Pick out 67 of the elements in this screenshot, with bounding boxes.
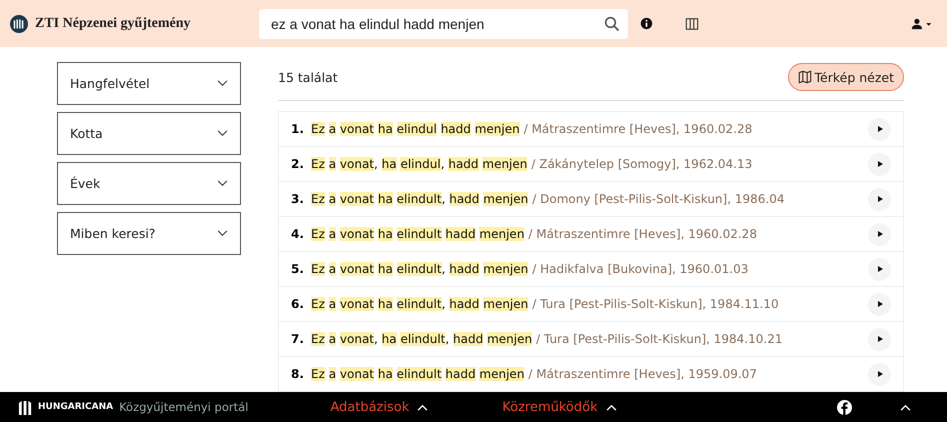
result-title-link[interactable]: Ez a vonat, ha elindul, hadd menjen [311, 157, 528, 171]
result-location-date: / Mátraszentimre [Heves], 1960.02.28 [524, 122, 752, 136]
result-title-link[interactable]: Ez a vonat, ha elindult, hadd menjen [311, 332, 532, 346]
play-icon [876, 160, 884, 168]
result-number: 5. [291, 262, 305, 276]
result-location-date: / Tura [Pest-Pilis-Solt-Kiskun], 1984.11.10 [532, 297, 779, 311]
result-number: 8. [291, 367, 305, 381]
result-location-date: / Tura [Pest-Pilis-Solt-Kiskun], 1984.10.21 [536, 332, 782, 346]
play-button[interactable] [868, 292, 891, 316]
brand-name[interactable]: HUNGARICANA [38, 402, 114, 412]
play-button[interactable] [868, 152, 891, 176]
result-number: 1. [291, 122, 305, 136]
facebook-icon[interactable] [837, 400, 852, 414]
footer-menu-link[interactable]: Adatbázisok [330, 400, 428, 414]
filter-dropdown[interactable]: Kotta [57, 112, 241, 155]
chevron-down-icon [217, 180, 228, 187]
result-number: 3. [291, 192, 305, 206]
filter-dropdown[interactable]: Miben keresi? [57, 212, 241, 255]
chevron-down-icon [217, 230, 228, 237]
result-location-date: / Zákánytelep [Somogy], 1962.04.13 [531, 157, 752, 171]
result-location-date: / Hadikfalva [Bukovina], 1960.01.03 [532, 262, 748, 276]
portal-label: Közgyűjteményi portál [119, 400, 248, 414]
result-title-link[interactable]: Ez a vonat ha elindult, hadd menjen [311, 262, 528, 276]
result-title-link[interactable]: Ez a vonat ha elindult, hadd menjen [311, 297, 528, 311]
chevron-up-icon [606, 404, 617, 410]
columns-icon[interactable] [685, 16, 699, 32]
play-icon [876, 300, 884, 308]
result-title-link[interactable]: Ez a vonat ha elindul hadd menjen [311, 122, 520, 136]
play-icon [876, 265, 884, 273]
user-menu-icon[interactable] [911, 16, 933, 30]
chevron-down-icon [217, 130, 228, 137]
info-icon[interactable] [640, 17, 653, 30]
play-button[interactable] [868, 118, 891, 140]
play-button[interactable] [868, 328, 891, 350]
result-count: 15 találat [278, 70, 338, 84]
play-button[interactable] [868, 222, 891, 246]
result-location-date: / Domony [Pest-Pilis-Solt-Kiskun], 1986.04 [532, 192, 784, 206]
result-title-link[interactable]: Ez a vonat ha elindult hadd menjen [311, 367, 524, 381]
map-icon [798, 70, 812, 84]
map-view-button[interactable]: Térkép nézet [788, 63, 904, 91]
footer-menu-link[interactable]: Közreműködők [502, 400, 617, 414]
scroll-up-icon[interactable] [900, 404, 911, 410]
chevron-down-icon [217, 80, 228, 87]
play-button[interactable] [868, 362, 891, 386]
result-title-link[interactable]: Ez a vonat ha elindult, hadd menjen [311, 192, 528, 206]
play-icon [876, 195, 884, 203]
site-title[interactable]: ZTI Népzenei gyűjtemény [35, 16, 259, 32]
result-number: 2. [291, 157, 305, 171]
result-location-date: / Mátraszentimre [Heves], 1960.02.28 [528, 227, 757, 241]
play-button[interactable] [868, 258, 891, 280]
play-icon [876, 230, 884, 238]
hungaricana-logo-icon [18, 398, 33, 416]
play-icon [876, 335, 884, 343]
search-icon[interactable] [604, 16, 620, 32]
chevron-up-icon [417, 404, 428, 410]
result-title-link[interactable]: Ez a vonat ha elindult hadd menjen [311, 227, 524, 241]
result-number: 4. [291, 227, 305, 241]
result-location-date: / Mátraszentimre [Heves], 1959.09.07 [528, 367, 757, 381]
logo-icon [10, 14, 28, 32]
filter-dropdown[interactable]: Évek [57, 162, 241, 205]
filter-dropdown[interactable]: Hangfelvétel [57, 62, 241, 105]
play-icon [876, 370, 884, 378]
result-number: 7. [291, 332, 305, 346]
play-icon [876, 125, 884, 133]
result-number: 6. [291, 297, 305, 311]
play-button[interactable] [868, 188, 891, 210]
search-field[interactable]: ez a vonat ha elindul hadd menjen [259, 8, 628, 38]
